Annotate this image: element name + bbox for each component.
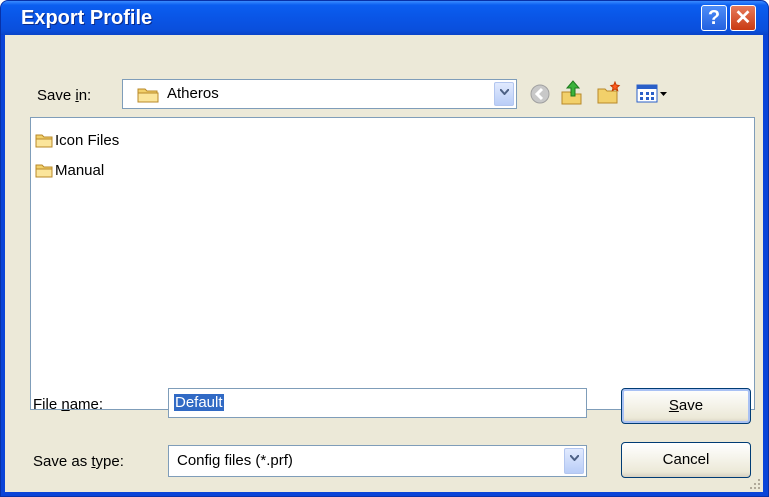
save-as-type-dropdown-arrow[interactable] <box>564 448 584 474</box>
dialog-title: Export Profile <box>21 7 153 29</box>
save-as-type-label: Save as type: <box>33 453 124 470</box>
close-button[interactable]: ✕ <box>730 5 756 31</box>
save-as-type-dropdown[interactable]: Config files (*.prf) <box>168 445 587 477</box>
views-menu-icon[interactable] <box>636 83 672 105</box>
file-name-value: Default <box>174 394 224 411</box>
save-in-dropdown[interactable]: Atheros <box>122 79 517 109</box>
file-list[interactable]: Icon Files Manual <box>30 117 755 410</box>
new-folder-icon[interactable] <box>596 81 622 105</box>
chevron-down-icon <box>570 455 579 461</box>
up-folder-icon[interactable] <box>560 79 584 105</box>
chevron-down-icon <box>500 89 509 95</box>
save-button[interactable]: Save <box>621 388 751 424</box>
folder-icon <box>35 164 53 178</box>
file-name-label: File name: <box>33 396 104 413</box>
back-icon[interactable] <box>529 83 551 105</box>
save-in-value: Atheros <box>167 85 219 102</box>
list-item-label: Icon Files <box>55 132 120 149</box>
folder-icon <box>137 88 159 103</box>
question-mark-icon: ? <box>707 7 721 29</box>
cancel-button[interactable]: Cancel <box>621 442 751 478</box>
help-button[interactable]: ? <box>701 5 727 31</box>
title-bar[interactable]: Export Profile ? ✕ <box>1 1 768 35</box>
file-name-field[interactable]: Default <box>168 388 587 418</box>
folder-icon <box>35 134 53 148</box>
save-as-type-value: Config files (*.prf) <box>177 452 293 469</box>
save-in-dropdown-arrow[interactable] <box>494 82 514 106</box>
save-in-label: Save in: <box>37 87 92 104</box>
close-icon: ✕ <box>734 7 752 29</box>
resize-grip-icon[interactable] <box>749 478 761 490</box>
list-item-label: Manual <box>55 162 105 179</box>
dialog-body: Save in: Atheros Icon Files Manual File … <box>5 35 763 492</box>
export-profile-dialog: Export Profile ? ✕ Save in: Atheros Icon… <box>0 0 769 497</box>
